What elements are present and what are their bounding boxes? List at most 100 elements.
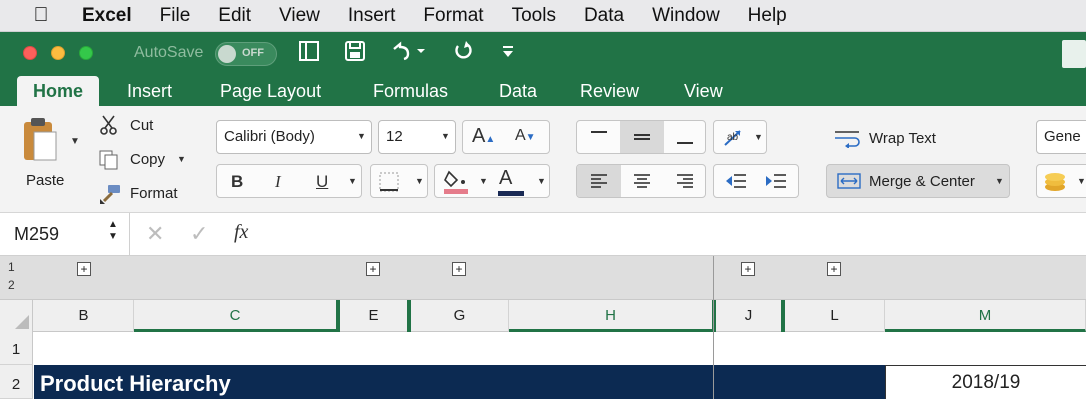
column-header-l[interactable]: L: [785, 300, 885, 332]
row-header-2[interactable]: 2: [0, 365, 33, 399]
autosave-toggle[interactable]: OFF: [215, 42, 277, 66]
menu-insert[interactable]: Insert: [334, 5, 410, 27]
paste-dropdown-icon[interactable]: ▼: [70, 136, 80, 147]
tab-data[interactable]: Data: [499, 76, 537, 106]
column-header-j[interactable]: J: [716, 300, 782, 332]
accounting-format-button[interactable]: ▼: [1036, 164, 1086, 198]
menu-data[interactable]: Data: [570, 5, 638, 27]
copy-label[interactable]: Copy: [130, 151, 165, 168]
indent-buttons: [713, 164, 799, 198]
orientation-button[interactable]: ab ▼: [713, 120, 767, 154]
zoom-window-button[interactable]: [79, 46, 93, 60]
copy-dropdown-icon[interactable]: ▼: [177, 154, 186, 164]
column-header-e[interactable]: E: [340, 300, 408, 332]
confirm-icon[interactable]: ✓: [190, 221, 208, 247]
align-middle-icon[interactable]: [632, 128, 652, 149]
expand-group-icon[interactable]: +: [827, 262, 841, 276]
redo-icon[interactable]: [452, 40, 474, 68]
menu-format[interactable]: Format: [409, 5, 497, 27]
header-fill-cell[interactable]: [714, 365, 885, 399]
align-center-icon[interactable]: [632, 172, 652, 193]
font-size-select[interactable]: 12 ▼: [378, 120, 456, 154]
underline-button[interactable]: U: [316, 172, 328, 192]
name-box-stepper-icon[interactable]: ▲ ▼: [108, 219, 118, 243]
menu-edit[interactable]: Edit: [204, 5, 265, 27]
merge-center-button[interactable]: Merge & Center ▼: [826, 164, 1010, 198]
save-icon[interactable]: [344, 40, 366, 68]
autosave-label: AutoSave: [134, 44, 204, 61]
expand-group-icon[interactable]: +: [741, 262, 755, 276]
cut-label[interactable]: Cut: [130, 117, 153, 134]
column-header-h[interactable]: H: [509, 300, 713, 332]
number-format-select[interactable]: Gene: [1036, 120, 1086, 154]
menu-file[interactable]: File: [146, 5, 205, 27]
align-left-icon[interactable]: [589, 172, 609, 193]
undo-icon[interactable]: [388, 40, 428, 68]
name-box-value: M259: [14, 224, 60, 244]
italic-button[interactable]: I: [275, 172, 281, 192]
text-orientation-icon: ab: [722, 127, 746, 152]
tab-home[interactable]: Home: [17, 76, 100, 106]
row-header-1[interactable]: 1: [0, 332, 33, 365]
paste-label[interactable]: Paste: [26, 172, 64, 189]
copy-icon[interactable]: [98, 149, 120, 174]
align-right-icon[interactable]: [675, 172, 695, 193]
tab-review[interactable]: Review: [580, 76, 639, 106]
menu-app-excel[interactable]: Excel: [82, 5, 146, 27]
cancel-icon[interactable]: ✕: [146, 221, 164, 247]
customize-toolbar-icon[interactable]: [500, 40, 516, 68]
outline-level-2[interactable]: 2: [8, 278, 15, 292]
grow-font-button[interactable]: A▲: [472, 125, 495, 148]
excel-file-icon: [1062, 40, 1086, 68]
arrow-down-icon: ▼: [525, 132, 536, 143]
chevron-down-icon: ▼: [754, 132, 763, 142]
name-box[interactable]: M259 ▲ ▼: [0, 213, 130, 256]
column-header-c[interactable]: C: [134, 300, 337, 332]
tab-formulas[interactable]: Formulas: [373, 76, 448, 106]
tab-view[interactable]: View: [684, 76, 723, 106]
format-painter-label[interactable]: Format: [130, 185, 178, 202]
wrap-text-icon[interactable]: [833, 128, 863, 151]
column-header-m[interactable]: M: [885, 300, 1086, 332]
svg-text:ab: ab: [727, 132, 739, 143]
format-painter-icon[interactable]: [98, 183, 122, 208]
paste-icon[interactable]: [20, 116, 60, 167]
font-color-button[interactable]: A: [499, 167, 512, 190]
year-cell[interactable]: 2018/19: [885, 365, 1086, 399]
underline-dropdown-icon[interactable]: ▼: [348, 176, 357, 186]
fill-dropdown-icon[interactable]: ▼: [479, 176, 488, 186]
scissors-icon[interactable]: [98, 114, 120, 139]
insert-function-button[interactable]: fx: [234, 221, 248, 244]
tab-page-layout[interactable]: Page Layout: [220, 76, 321, 106]
bold-button[interactable]: B: [231, 172, 243, 192]
font-size-buttons: A▲ A▼: [462, 120, 550, 154]
font-color-dropdown-icon[interactable]: ▼: [537, 176, 546, 186]
wrap-text-label[interactable]: Wrap Text: [869, 130, 936, 147]
column-header-b[interactable]: B: [34, 300, 134, 332]
align-top-icon[interactable]: [589, 128, 609, 149]
increase-indent-icon[interactable]: [764, 172, 788, 193]
font-family-select[interactable]: Calibri (Body) ▼: [216, 120, 372, 154]
align-bottom-icon[interactable]: [675, 128, 695, 149]
menu-help[interactable]: Help: [734, 5, 801, 27]
borders-button[interactable]: ▼: [370, 164, 428, 198]
apple-icon[interactable]: : [0, 4, 82, 27]
tab-insert[interactable]: Insert: [127, 76, 172, 106]
menu-view[interactable]: View: [265, 5, 334, 27]
expand-group-icon[interactable]: +: [366, 262, 380, 276]
toggle-knob: [218, 45, 236, 63]
column-header-g[interactable]: G: [411, 300, 509, 332]
sidebar-toggle-icon[interactable]: [298, 40, 320, 68]
fill-color-icon[interactable]: [443, 168, 469, 199]
number-format-value: Gene: [1044, 128, 1081, 145]
outline-level-1[interactable]: 1: [8, 260, 15, 274]
expand-group-icon[interactable]: +: [77, 262, 91, 276]
menu-window[interactable]: Window: [638, 5, 734, 27]
expand-group-icon[interactable]: +: [452, 262, 466, 276]
decrease-indent-icon[interactable]: [724, 172, 748, 193]
minimize-window-button[interactable]: [51, 46, 65, 60]
shrink-font-button[interactable]: A▼: [515, 127, 536, 145]
close-window-button[interactable]: [23, 46, 37, 60]
menu-tools[interactable]: Tools: [498, 5, 570, 27]
select-all-button[interactable]: [0, 300, 33, 332]
